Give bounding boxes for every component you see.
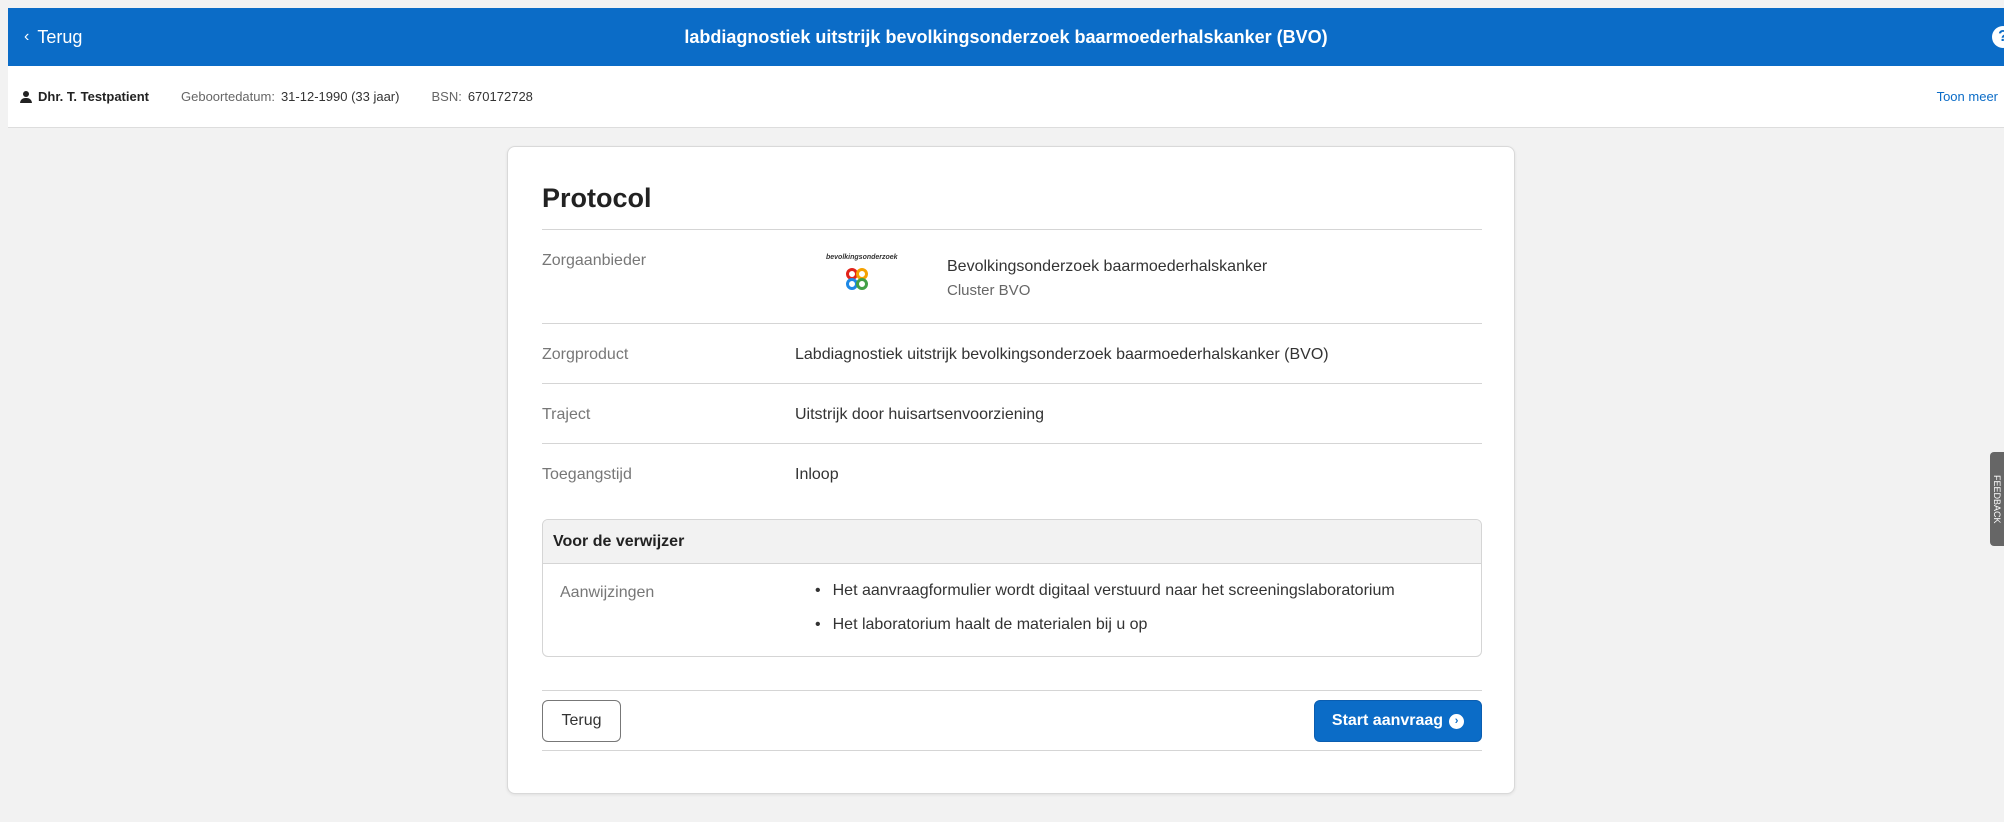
divider [542, 690, 1482, 691]
toon-meer-link[interactable]: Toon meer [1937, 89, 1998, 104]
aanwijzingen-list: Het aanvraagformulier wordt digitaal ver… [815, 582, 1395, 650]
person-icon [20, 90, 32, 103]
verwijzer-panel: Voor de verwijzer Aanwijzingen Het aanvr… [542, 519, 1482, 657]
start-aanvraag-button[interactable]: Start aanvraag › [1314, 700, 1482, 742]
patient-name: Dhr. T. Testpatient [20, 89, 149, 104]
zorgaanbieder-label: Zorgaanbieder [542, 252, 647, 269]
patient-bsn: BSN: 670172728 [431, 89, 532, 104]
row-toegangstijd: Toegangstijd Inloop [542, 443, 1482, 503]
app-header: ‹ Terug labdiagnostiek uitstrijk bevolki… [8, 8, 2004, 66]
dob-label: Geboortedatum: [181, 89, 275, 104]
aanwijzingen-label: Aanwijzingen [560, 584, 655, 601]
traject-label: Traject [542, 406, 591, 423]
bsn-value: 670172728 [467, 89, 533, 104]
traject-value: Uitstrijk door huisartsenvoorziening [795, 406, 1044, 423]
list-item: Het laboratorium haalt de materialen bij… [815, 616, 1395, 650]
provider-logo-text: bevolkingsonderzoek [826, 254, 898, 261]
arrow-right-circle-icon: › [1449, 713, 1465, 729]
page-title: labdiagnostiek uitstrijk bevolkingsonder… [684, 26, 1328, 47]
provider-sub: Cluster BVO [947, 282, 1031, 299]
start-aanvraag-label: Start aanvraag [1331, 712, 1444, 729]
verwijzer-title: Voor de verwijzer [543, 520, 1481, 564]
divider [542, 750, 1482, 751]
provider-logo: bevolkingsonderzoek [826, 254, 910, 298]
bsn-label: BSN: [431, 89, 462, 104]
row-zorgproduct: Zorgproduct Labdiagnostiek uitstrijk bev… [542, 323, 1482, 383]
zorgproduct-value: Labdiagnostiek uitstrijk bevolkingsonder… [795, 346, 1329, 363]
feedback-tab[interactable]: FEEDBACK [1990, 452, 2004, 546]
protocol-title: Protocol [542, 183, 652, 213]
back-button[interactable]: Terug [542, 700, 621, 742]
patient-name-label: Dhr. T. Testpatient [38, 89, 149, 104]
provider-name: Bevolkingsonderzoek baarmoederhalskanker [947, 258, 1268, 275]
row-traject: Traject Uitstrijk door huisartsenvoorzie… [542, 383, 1482, 443]
patient-dob: Geboortedatum: 31-12-1990 (33 jaar) [181, 89, 399, 104]
toegangstijd-value: Inloop [795, 466, 839, 483]
patient-bar: Dhr. T. Testpatient Geboortedatum: 31-12-… [8, 66, 2004, 128]
toegangstijd-label: Toegangstijd [542, 466, 632, 483]
protocol-card: Protocol Zorgaanbieder bevolkingsonderzo… [507, 146, 1515, 794]
zorgproduct-label: Zorgproduct [542, 346, 629, 363]
dob-value: 31-12-1990 (33 jaar) [280, 89, 400, 104]
list-item: Het aanvraagformulier wordt digitaal ver… [815, 582, 1395, 616]
row-zorgaanbieder: Zorgaanbieder bevolkingsonderzoek Bevolk… [542, 229, 1482, 323]
logo-circle-green [856, 278, 868, 290]
